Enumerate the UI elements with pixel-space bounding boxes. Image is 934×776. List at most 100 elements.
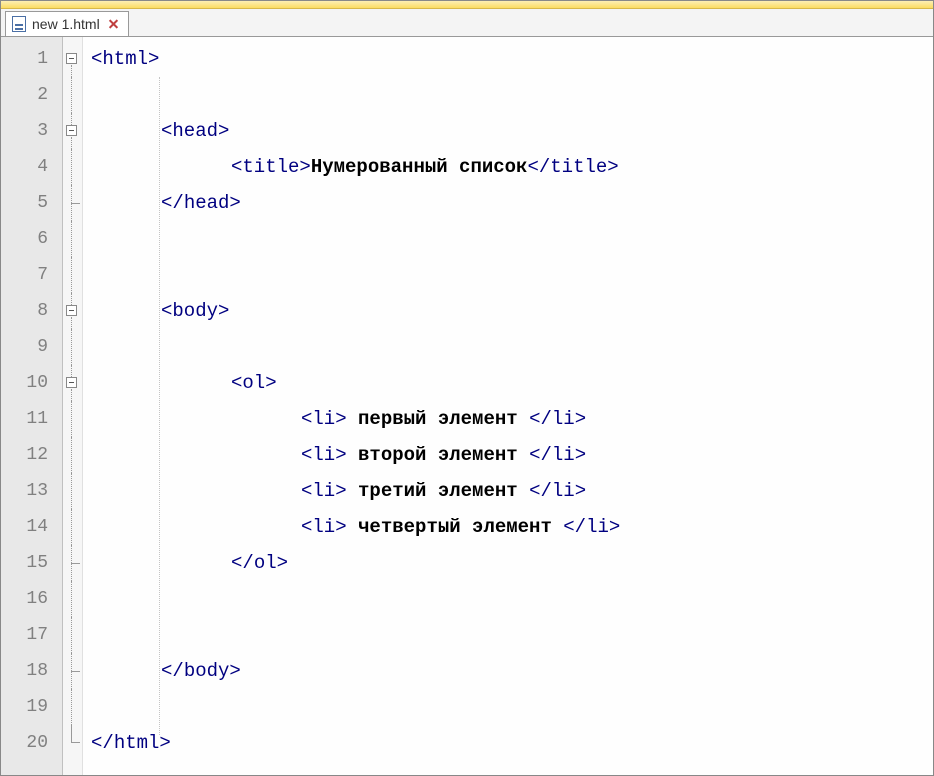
code-line[interactable]: </ol> [83,545,933,581]
close-icon[interactable] [106,17,120,31]
code-line[interactable] [83,221,933,257]
code-tag: </ [91,732,114,754]
code-text: второй элемент [347,444,529,466]
code-tag: > [218,300,229,322]
code-tag: > [277,552,288,574]
code-tag: > [148,48,159,70]
code-line[interactable]: <html> [83,41,933,77]
code-line[interactable] [83,77,933,113]
fold-slot [63,257,82,293]
line-number: 15 [1,545,62,581]
code-tag: body [184,660,230,682]
fold-slot [63,113,82,149]
code-tag: ol [254,552,277,574]
code-tag: </ [161,660,184,682]
fold-slot [63,545,82,581]
line-number: 17 [1,617,62,653]
code-line[interactable]: <li> первый элемент </li> [83,401,933,437]
fold-slot [63,509,82,545]
code-tag: < [161,300,172,322]
editor-window: new 1.html 12345678910111213141516171819… [0,0,934,776]
code-line[interactable] [83,581,933,617]
fold-slot [63,401,82,437]
code-tag: > [229,192,240,214]
code-line[interactable]: <head> [83,113,933,149]
fold-toggle-icon[interactable] [66,125,77,136]
code-tag: title [242,156,299,178]
code-tag: </ [563,516,586,538]
code-tag: < [301,408,312,430]
code-tag: li [586,516,609,538]
code-editor[interactable]: 1234567891011121314151617181920 <html><h… [1,37,933,775]
code-line[interactable] [83,617,933,653]
code-tag: </ [529,408,552,430]
code-area[interactable]: <html><head><title>Нумерованный список</… [83,37,933,775]
code-tag: > [159,732,170,754]
code-line[interactable]: <li> третий элемент </li> [83,473,933,509]
fold-slot [63,185,82,221]
fold-toggle-icon[interactable] [66,53,77,64]
line-number: 1 [1,41,62,77]
code-line[interactable]: </body> [83,653,933,689]
fold-slot [63,221,82,257]
code-tag: html [102,48,148,70]
code-tag: < [231,156,242,178]
file-tab[interactable]: new 1.html [5,11,129,36]
code-line[interactable] [83,689,933,725]
code-tag: </ [161,192,184,214]
code-tag: li [312,444,335,466]
code-line[interactable]: <li> четвертый элемент </li> [83,509,933,545]
code-tag: > [575,444,586,466]
line-number: 3 [1,113,62,149]
code-line[interactable] [83,329,933,365]
code-tag: < [91,48,102,70]
code-line[interactable]: <ol> [83,365,933,401]
line-number: 19 [1,689,62,725]
line-number: 10 [1,365,62,401]
fold-slot [63,473,82,509]
line-number: 12 [1,437,62,473]
code-line[interactable] [83,257,933,293]
code-line[interactable]: </head> [83,185,933,221]
fold-slot [63,149,82,185]
fold-slot [63,365,82,401]
code-tag: </ [231,552,254,574]
code-line[interactable]: <body> [83,293,933,329]
code-tag: li [312,408,335,430]
line-number: 7 [1,257,62,293]
code-tag: < [301,516,312,538]
tab-bar: new 1.html [1,9,933,37]
fold-slot [63,77,82,113]
code-line[interactable]: <title>Нумерованный список</title> [83,149,933,185]
code-line[interactable]: <li> второй элемент </li> [83,437,933,473]
code-line[interactable]: </html> [83,725,933,761]
line-number: 8 [1,293,62,329]
line-number: 2 [1,77,62,113]
line-number: 20 [1,725,62,761]
code-tag: > [335,408,346,430]
code-tag: li [552,408,575,430]
fold-toggle-icon[interactable] [66,377,77,388]
code-tag: < [301,444,312,466]
line-number: 16 [1,581,62,617]
code-tag: > [609,516,620,538]
fold-slot [63,581,82,617]
fold-column [63,37,83,775]
code-text: четвертый элемент [347,516,564,538]
code-text: третий элемент [347,480,529,502]
code-tag: > [218,120,229,142]
line-number-gutter: 1234567891011121314151617181920 [1,37,63,775]
code-tag: > [335,444,346,466]
file-icon [12,16,26,32]
code-tag: ol [242,372,265,394]
tab-filename: new 1.html [32,16,100,32]
code-tag: </ [529,444,552,466]
fold-slot [63,725,82,761]
code-tag: < [161,120,172,142]
code-tag: head [172,120,218,142]
fold-toggle-icon[interactable] [66,305,77,316]
code-tag: > [335,480,346,502]
fold-slot [63,41,82,77]
fold-slot [63,653,82,689]
line-number: 13 [1,473,62,509]
